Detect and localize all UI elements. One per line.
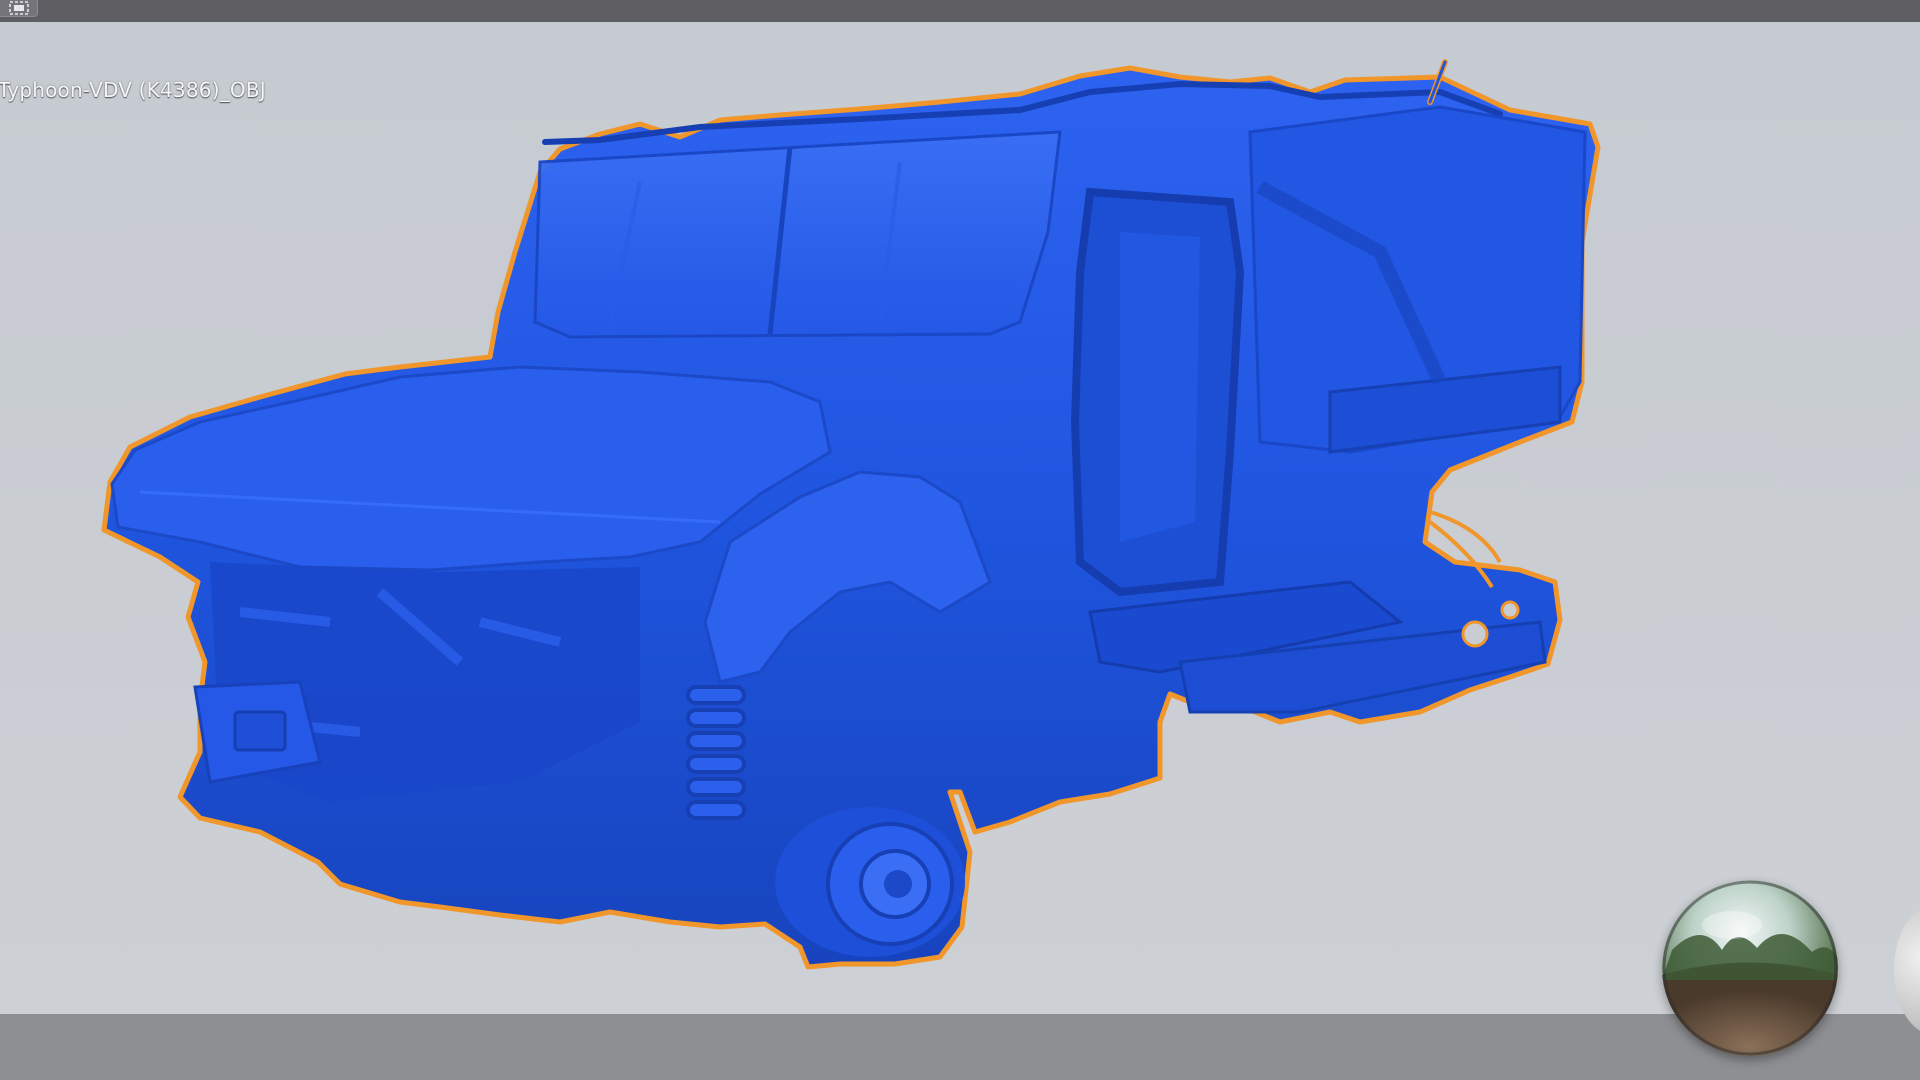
3d-viewport[interactable]: Typhoon-VDV (K4386)_OBJ	[0, 22, 1920, 1036]
frame-toggle-button[interactable]	[0, 0, 38, 17]
environment-sphere-icon[interactable]	[1662, 880, 1838, 1056]
vehicle-mesh[interactable]	[0, 22, 1920, 1014]
bottom-panel	[0, 1014, 1920, 1080]
top-toolbar	[0, 0, 1920, 22]
front-wheel-hub	[775, 807, 965, 957]
viewer-app: Typhoon-VDV (K4386)_OBJ	[0, 0, 1920, 1080]
model-name-label: Typhoon-VDV (K4386)_OBJ	[0, 78, 266, 102]
